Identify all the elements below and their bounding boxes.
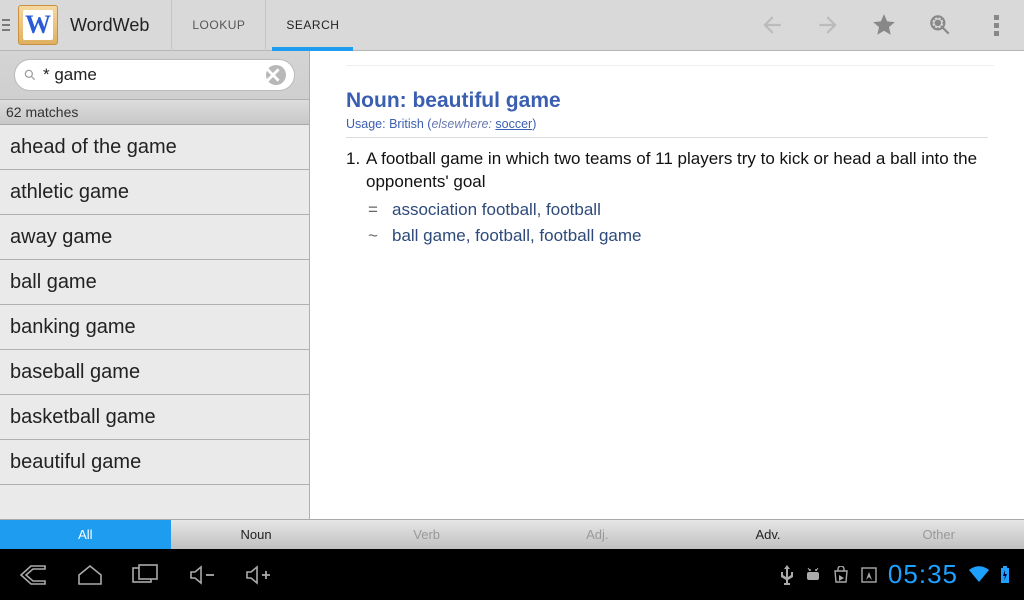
pos-other[interactable]: Other	[853, 520, 1024, 549]
drawer-icon[interactable]	[0, 0, 14, 51]
list-item[interactable]: athletic game	[0, 170, 309, 215]
nav-back-button[interactable]	[744, 0, 800, 51]
pos-noun[interactable]: Noun	[171, 520, 342, 549]
list-item[interactable]: beautiful game	[0, 440, 309, 485]
android-icon	[804, 566, 822, 584]
list-item[interactable]: ball game	[0, 260, 309, 305]
synonyms-row: = association football, football	[368, 200, 988, 220]
results-panel: 62 matches ahead of the game athletic ga…	[0, 51, 310, 549]
hypernyms-text[interactable]: ball game, football, football game	[392, 226, 642, 246]
pos-verb[interactable]: Verb	[341, 520, 512, 549]
overflow-menu-button[interactable]	[968, 0, 1024, 51]
definition-number: 1.	[346, 148, 366, 194]
nav-forward-button[interactable]	[800, 0, 856, 51]
volume-up-button[interactable]	[230, 549, 286, 600]
usage-link[interactable]: soccer	[495, 117, 532, 131]
hypernyms-row: ~ ball game, football, football game	[368, 226, 988, 246]
usb-icon	[780, 565, 794, 585]
divider	[346, 137, 988, 138]
tab-lookup[interactable]: LOOKUP	[171, 0, 265, 51]
system-navbar: 05:35	[0, 549, 1024, 600]
synonyms-text[interactable]: association football, football	[392, 200, 601, 220]
pos-all[interactable]: All	[0, 520, 171, 549]
bookmark-button[interactable]	[856, 0, 912, 51]
app-title: WordWeb	[70, 15, 149, 36]
usage-label: Usage: British	[346, 117, 424, 131]
entry-heading: Noun: beautiful game	[346, 89, 988, 113]
list-item[interactable]: basketball game	[0, 395, 309, 440]
search-field[interactable]	[14, 59, 295, 91]
list-item[interactable]: away game	[0, 215, 309, 260]
web-lookup-button[interactable]	[912, 0, 968, 51]
clear-search-button[interactable]	[266, 65, 286, 85]
download-icon	[860, 566, 878, 584]
list-item[interactable]: ahead of the game	[0, 125, 309, 170]
definition-text: A football game in which two teams of 11…	[366, 148, 988, 194]
app-logo: W	[18, 5, 58, 45]
app-toolbar: W WordWeb LOOKUP SEARCH	[0, 0, 1024, 51]
wifi-icon	[968, 566, 990, 584]
pos-filter-bar: All Noun Verb Adj. Adv. Other	[0, 519, 1024, 549]
tab-search[interactable]: SEARCH	[265, 0, 359, 51]
usage-note: Usage: British (elsewhere: soccer)	[346, 117, 988, 131]
tilde-icon: ~	[368, 226, 392, 246]
pos-adv[interactable]: Adv.	[683, 520, 854, 549]
shop-icon	[832, 566, 850, 584]
search-input[interactable]	[43, 65, 266, 85]
status-tray[interactable]: 05:35	[780, 559, 1018, 590]
clock: 05:35	[888, 559, 958, 590]
match-count-label: 62 matches	[0, 100, 309, 125]
search-icon	[23, 68, 37, 82]
system-back-button[interactable]	[6, 549, 62, 600]
list-item[interactable]: banking game	[0, 305, 309, 350]
pos-adj[interactable]: Adj.	[512, 520, 683, 549]
equals-icon: =	[368, 200, 392, 220]
volume-down-button[interactable]	[174, 549, 230, 600]
list-item[interactable]: baseball game	[0, 350, 309, 395]
usage-elsewhere: elsewhere:	[431, 117, 491, 131]
definition-panel: Noun: beautiful game Usage: British (els…	[310, 51, 1024, 549]
results-list[interactable]: ahead of the game athletic game away gam…	[0, 125, 309, 549]
battery-icon	[1000, 566, 1010, 584]
system-recent-button[interactable]	[118, 549, 174, 600]
definition-row: 1. A football game in which two teams of…	[346, 148, 988, 194]
system-home-button[interactable]	[62, 549, 118, 600]
mode-tabs: LOOKUP SEARCH	[171, 0, 359, 51]
